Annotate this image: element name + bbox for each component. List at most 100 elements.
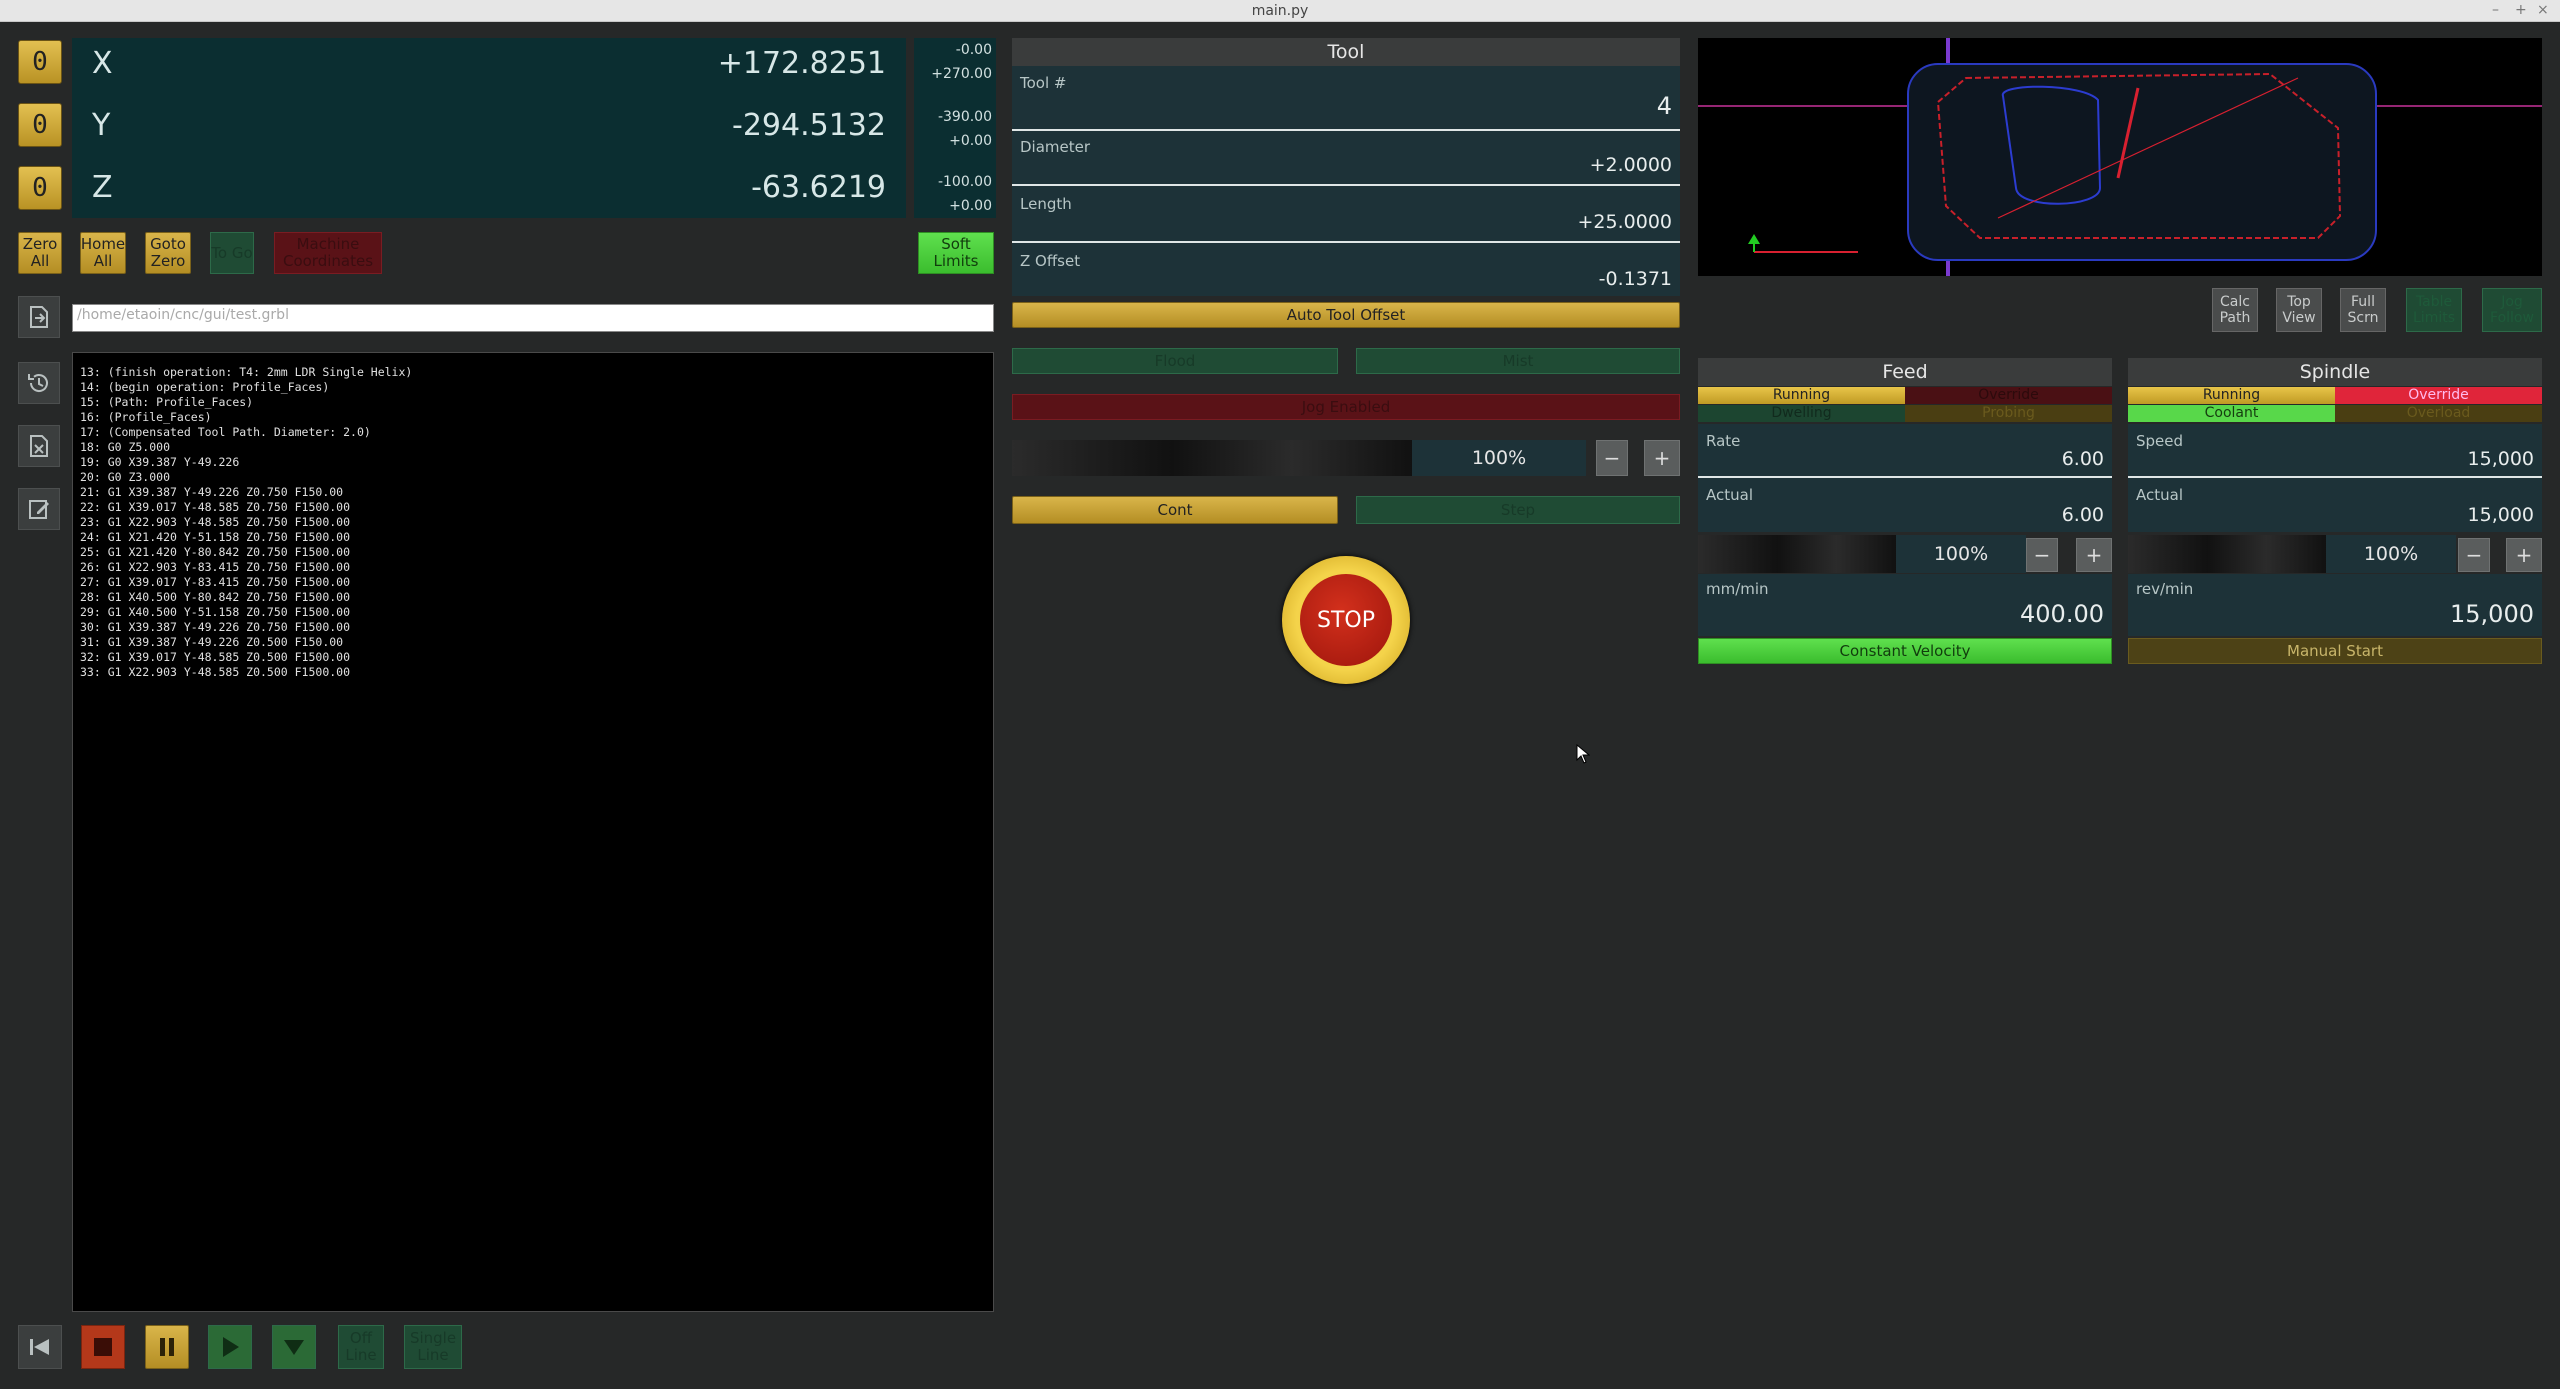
spindle-override-increase-button[interactable]: + xyxy=(2506,538,2542,572)
divider xyxy=(1012,129,1680,131)
close-file-icon[interactable] xyxy=(18,425,60,467)
jog-speed-decrease-button[interactable]: − xyxy=(1596,440,1628,476)
feed-override-increase-button[interactable]: + xyxy=(2076,538,2112,572)
spindle-speed-value: 15,000 xyxy=(2467,448,2534,470)
soft-limits-button[interactable]: Soft Limits xyxy=(918,232,994,274)
feed-actual-label: Actual xyxy=(1706,486,1753,504)
minimize-button[interactable]: – xyxy=(2492,2,2499,18)
gcode-line: 15: (Path: Profile_Faces) xyxy=(80,395,254,409)
zero-z-button[interactable]: 0 xyxy=(18,166,62,210)
dro-x-label: X xyxy=(92,46,113,81)
spindle-override-slider[interactable] xyxy=(2128,535,2326,573)
divider xyxy=(1012,184,1680,186)
step-line-button[interactable] xyxy=(272,1325,316,1369)
spindle-panel-title: Spindle xyxy=(2128,358,2542,386)
gcode-line: 18: G0 Z5.000 xyxy=(80,440,171,454)
divider xyxy=(2128,476,2542,478)
spindle-override-percent: 100% xyxy=(2326,535,2456,573)
gcode-line: 22: G1 X39.017 Y-48.585 Z0.750 F1500.00 xyxy=(80,500,351,514)
goto-zero-button[interactable]: Goto Zero xyxy=(145,232,191,274)
jog-enabled-button[interactable]: Jog Enabled xyxy=(1012,394,1680,420)
tool-number-value[interactable]: 4 xyxy=(1657,92,1672,120)
y-limit-max: +0.00 xyxy=(949,133,992,149)
machine-coordinates-button[interactable]: Machine Coordinates xyxy=(274,232,382,274)
length-value[interactable]: +25.0000 xyxy=(1578,211,1673,233)
gcode-lines: 13: (finish operation: T4: 2mm LDR Singl… xyxy=(80,365,993,680)
divider xyxy=(1012,241,1680,243)
gcode-listing[interactable]: 13: (finish operation: T4: 2mm LDR Singl… xyxy=(72,352,994,1312)
gcode-line: 21: G1 X39.387 Y-49.226 Z0.750 F150.00 xyxy=(80,485,344,499)
tool-panel-title: Tool xyxy=(1012,38,1680,66)
edit-icon[interactable] xyxy=(18,488,60,530)
stop-square-icon xyxy=(94,1338,112,1356)
manual-start-button[interactable]: Manual Start xyxy=(2128,638,2542,664)
full-screen-button[interactable]: Full Scrn xyxy=(2340,288,2386,332)
gcode-line: 33: G1 X22.903 Y-48.585 Z0.500 F1500.00 xyxy=(80,665,351,679)
spindle-override-decrease-button[interactable]: − xyxy=(2458,538,2490,572)
home-all-button[interactable]: Home All xyxy=(80,232,126,274)
top-view-button[interactable]: Top View xyxy=(2276,288,2322,332)
rewind-button[interactable] xyxy=(18,1325,62,1369)
gcode-line: 20: G0 Z3.000 xyxy=(80,470,171,484)
jog-speed-slider[interactable] xyxy=(1012,440,1412,476)
dro-z-value: -63.6219 xyxy=(751,170,886,205)
jog-speed-increase-button[interactable]: + xyxy=(1644,440,1680,476)
mouse-cursor-icon xyxy=(1576,744,1590,764)
stop-program-button[interactable] xyxy=(81,1325,125,1369)
dro-panel: X +172.8251 Y -294.5132 Z -63.6219 xyxy=(72,38,906,218)
length-label: Length xyxy=(1020,195,1072,213)
spindle-coolant-indicator: Coolant xyxy=(2128,405,2335,422)
tool-panel: Tool # 4 Diameter +2.0000 Length +25.000… xyxy=(1012,66,1680,296)
table-limits-button[interactable]: Table Limits xyxy=(2406,288,2462,332)
gcode-line: 25: G1 X21.420 Y-80.842 Z0.750 F1500.00 xyxy=(80,545,351,559)
emergency-stop-button[interactable]: STOP xyxy=(1282,556,1410,684)
file-path-input[interactable]: /home/etaoin/cnc/gui/test.grbl xyxy=(72,304,994,332)
play-button[interactable] xyxy=(208,1325,252,1369)
spindle-setpoint-value[interactable]: 15,000 xyxy=(2450,600,2534,628)
to-go-button[interactable]: To Go xyxy=(210,232,254,274)
toolpath-preview[interactable] xyxy=(1698,38,2542,276)
jog-follow-button[interactable]: Jog Follow xyxy=(2482,288,2542,332)
open-file-icon[interactable] xyxy=(18,296,60,338)
offline-button[interactable]: Off Line xyxy=(338,1325,384,1369)
gcode-line: 28: G1 X40.500 Y-80.842 Z0.750 F1500.00 xyxy=(80,590,351,604)
single-line-button[interactable]: Single Line xyxy=(404,1325,462,1369)
zero-y-button[interactable]: 0 xyxy=(18,103,62,147)
zero-all-button[interactable]: Zero All xyxy=(18,232,62,274)
feed-values-panel: Rate 6.00 Actual 6.00 xyxy=(1698,424,2112,532)
gcode-line: 16: (Profile_Faces) xyxy=(80,410,212,424)
chevron-down-icon xyxy=(284,1340,304,1355)
dro-y-label: Y xyxy=(92,108,111,143)
flood-button[interactable]: Flood xyxy=(1012,348,1338,374)
soft-limits-readout: -0.00 +270.00 -390.00 +0.00 -100.00 +0.0… xyxy=(914,38,996,218)
step-jog-button[interactable]: Step xyxy=(1356,496,1680,524)
continuous-jog-button[interactable]: Cont xyxy=(1012,496,1338,524)
constant-velocity-button[interactable]: Constant Velocity xyxy=(1698,638,2112,664)
auto-tool-offset-button[interactable]: Auto Tool Offset xyxy=(1012,302,1680,328)
z-offset-value[interactable]: -0.1371 xyxy=(1599,268,1672,290)
close-button[interactable]: × xyxy=(2537,2,2549,18)
gcode-line: 14: (begin operation: Profile_Faces) xyxy=(80,380,330,394)
gcode-line: 30: G1 X39.387 Y-49.226 Z0.750 F1500.00 xyxy=(80,620,351,634)
diameter-label: Diameter xyxy=(1020,138,1091,156)
gcode-line: 17: (Compensated Tool Path. Diameter: 2.… xyxy=(80,425,371,439)
pause-button[interactable] xyxy=(145,1325,189,1369)
zero-x-button[interactable]: 0 xyxy=(18,40,62,84)
z-offset-label: Z Offset xyxy=(1020,252,1081,270)
feed-rate-label: Rate xyxy=(1706,432,1741,450)
calc-path-button[interactable]: Calc Path xyxy=(2212,288,2258,332)
diameter-value[interactable]: +2.0000 xyxy=(1590,154,1672,176)
feed-setpoint-value[interactable]: 400.00 xyxy=(2020,600,2104,628)
feed-probing-indicator: Probing xyxy=(1905,405,2112,422)
history-icon[interactable] xyxy=(18,362,60,404)
stop-label: STOP xyxy=(1300,574,1392,666)
z-limit-min: -100.00 xyxy=(937,174,992,190)
gcode-line: 13: (finish operation: T4: 2mm LDR Singl… xyxy=(80,365,413,379)
divider xyxy=(1698,476,2112,478)
feed-override-decrease-button[interactable]: − xyxy=(2026,538,2058,572)
maximize-button[interactable]: + xyxy=(2515,2,2527,18)
mist-button[interactable]: Mist xyxy=(1356,348,1680,374)
feed-override-slider[interactable] xyxy=(1698,535,1896,573)
spindle-actual-label: Actual xyxy=(2136,486,2183,504)
feed-running-indicator: Running xyxy=(1698,387,1905,404)
